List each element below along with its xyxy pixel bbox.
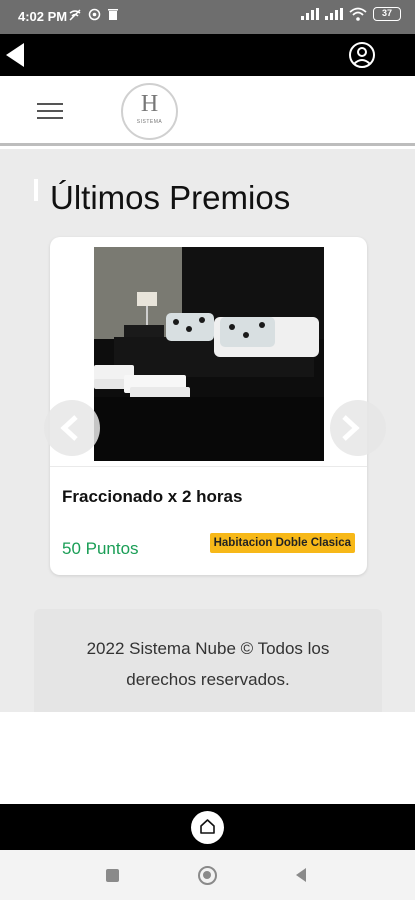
user-icon[interactable] <box>347 40 377 70</box>
room-type-badge: Habitacion Doble Clasica <box>209 533 355 553</box>
app-header: H SISTEMA <box>0 76 415 146</box>
carousel-prev-button[interactable] <box>44 400 100 456</box>
chevron-right-icon <box>342 415 360 441</box>
reward-points: 50 Puntos <box>62 539 139 558</box>
sync-icon <box>88 8 101 21</box>
back-arrow-icon[interactable] <box>4 40 34 70</box>
chevron-left-icon <box>60 415 78 441</box>
status-left-icons <box>68 8 119 22</box>
scroll-indicator <box>34 179 38 201</box>
section-title: Últimos Premios <box>50 179 291 216</box>
hamburger-menu-icon[interactable] <box>37 103 63 119</box>
home-button[interactable] <box>191 811 224 844</box>
system-nav-bar <box>0 850 415 900</box>
bottom-bar <box>0 804 415 850</box>
wifi-off-icon <box>69 9 81 21</box>
status-right-icons: 37 <box>301 7 401 21</box>
status-time: 4:02 PM <box>18 9 68 24</box>
home-icon <box>200 819 215 834</box>
back-nav-icon[interactable] <box>296 868 306 882</box>
status-bar: 4:02 PM 37 <box>0 0 415 34</box>
battery-icon: 37 <box>373 7 401 21</box>
main-content: Últimos Premios Fraccionado x 2 horas 50… <box>0 149 415 712</box>
logo-letter: H <box>140 91 159 117</box>
signal-icon <box>301 8 319 20</box>
top-bar <box>0 34 415 76</box>
reward-card[interactable]: Fraccionado x 2 horas 50 Puntos Habitaci… <box>50 237 367 575</box>
page-bottom-space <box>0 712 415 804</box>
footer: 2022 Sistema Nube © Todos los derechos r… <box>34 609 382 712</box>
recent-apps-icon[interactable] <box>106 869 119 882</box>
logo[interactable]: H SISTEMA <box>121 83 178 140</box>
room-image <box>94 247 324 461</box>
card-divider <box>50 466 367 467</box>
signal-icon <box>325 8 343 20</box>
logo-subtext: SISTEMA <box>136 119 163 125</box>
carousel-next-button[interactable] <box>330 400 386 456</box>
home-nav-icon[interactable] <box>198 866 217 885</box>
reward-title: Fraccionado x 2 horas <box>62 487 243 506</box>
wifi-icon <box>349 7 367 21</box>
trash-icon <box>108 9 118 20</box>
footer-copyright: 2022 Sistema Nube © Todos los derechos r… <box>86 639 330 689</box>
